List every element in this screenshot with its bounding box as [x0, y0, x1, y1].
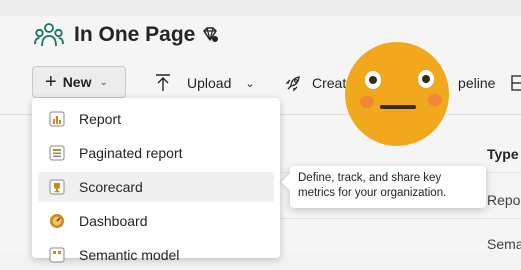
new-button-label: New [62, 74, 92, 90]
menu-item-dashboard[interactable]: Dashboard [38, 206, 274, 236]
upload-chevron-icon: ⌄ [245, 77, 255, 90]
neutral-face-emoji-icon [345, 42, 449, 146]
menu-item-label: Semantic model [79, 247, 180, 263]
menu-item-label: Scorecard [79, 179, 143, 195]
scorecard-icon [49, 179, 65, 195]
new-button[interactable]: + New ⌄ [32, 66, 126, 98]
layout-icon[interactable] [511, 74, 521, 92]
page-title: In One Page [74, 23, 196, 46]
dashboard-icon [50, 214, 64, 228]
workspace-icon [34, 23, 64, 47]
pipeline-label: peline [458, 75, 496, 91]
premium-diamond-icon[interactable] [200, 25, 220, 45]
rocket-icon [285, 76, 300, 92]
new-item-menu: Report Paginated report Scorecard Dashbo… [32, 98, 280, 263]
menu-item-label: Report [79, 111, 122, 127]
table-cell-type: Sema [487, 236, 521, 252]
menu-item-paginated-report[interactable]: Paginated report [38, 138, 274, 168]
paginated-report-icon [49, 145, 65, 161]
chevron-down-icon: ⌄ [99, 76, 108, 88]
row-divider [280, 218, 521, 219]
scorecard-tooltip: Define, track, and share key metrics for… [290, 166, 486, 208]
menu-item-label: Dashboard [79, 213, 148, 229]
column-header-type[interactable]: Type [487, 146, 519, 162]
upload-button[interactable]: Upload ⌄ [155, 74, 255, 92]
report-icon [49, 111, 65, 127]
menu-item-scorecard[interactable]: Scorecard [38, 172, 274, 202]
plus-icon: + [45, 71, 57, 93]
upload-label: Upload [187, 75, 232, 91]
upload-icon [156, 74, 170, 91]
menu-item-report[interactable]: Report [38, 104, 274, 134]
menu-item-semantic-model[interactable]: Semantic model [38, 240, 274, 270]
tooltip-text: Define, track, and share key metrics for… [298, 172, 447, 199]
semantic-model-icon [49, 247, 65, 263]
table-cell-type: Repo [487, 192, 521, 208]
top-strip [0, 0, 521, 16]
menu-item-label: Paginated report [79, 145, 183, 161]
